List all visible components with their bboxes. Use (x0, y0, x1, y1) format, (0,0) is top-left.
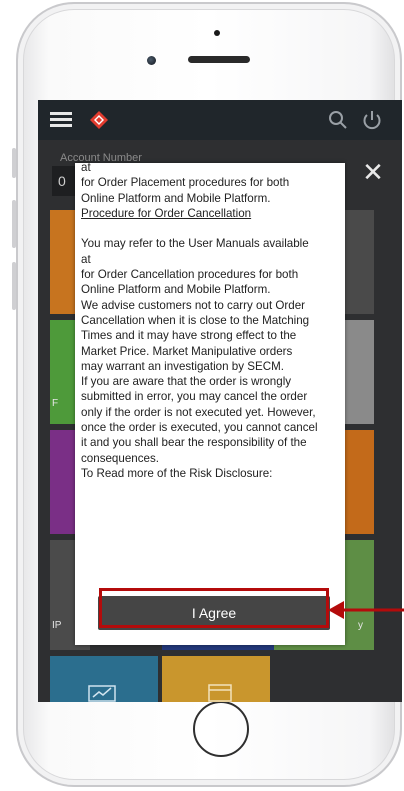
home-button[interactable] (193, 701, 249, 757)
disclosure-line: only if the order is not executed yet. H… (81, 405, 316, 419)
disclosure-line: Market Price. Market Manipulative orders (81, 344, 293, 358)
speaker-grille (188, 56, 250, 63)
power-icon[interactable] (361, 109, 383, 131)
chart-icon (88, 685, 116, 702)
disclosure-line: it and you shall bear the responsibility… (81, 436, 307, 450)
disclosure-line: You may refer to the User Manuals availa… (81, 237, 309, 251)
disclosure-line: Times and it may have strong effect to t… (81, 329, 297, 343)
close-icon[interactable]: ✕ (360, 160, 386, 186)
side-button (12, 262, 16, 310)
disclosure-line: for Order Cancellation procedures for bo… (81, 268, 299, 282)
sensor-dot (214, 30, 220, 36)
disclosure-line: at (81, 252, 91, 266)
tile-label: IP (52, 620, 62, 631)
pointer-arrow-icon (328, 601, 404, 619)
card-tile[interactable] (162, 656, 270, 702)
disclosure-text: at for Order Placement procedures for bo… (81, 163, 341, 481)
card-icon (208, 684, 232, 702)
menu-icon[interactable] (50, 112, 72, 128)
chart-tile[interactable] (50, 656, 158, 702)
disclosure-line: Online Platform and Mobile Platform. (81, 191, 271, 205)
disclosure-line: consequences. (81, 451, 159, 465)
app-header (38, 100, 402, 140)
order-cancellation-disclosure-dialog: at for Order Placement procedures for bo… (75, 163, 345, 645)
tile-label: F (52, 398, 59, 409)
disclosure-line: at (81, 163, 91, 174)
search-icon[interactable] (328, 110, 348, 130)
disclosure-line: for Order Placement procedures for both (81, 176, 290, 190)
disclosure-line: Online Platform and Mobile Platform. (81, 283, 271, 297)
disclosure-line: once the order is executed, you cannot c… (81, 421, 318, 435)
diamond-logo-icon (90, 111, 108, 129)
disclosure-line: submitted in error, you may cancel the o… (81, 390, 308, 404)
camera-icon (147, 56, 156, 65)
highlight-box (99, 588, 329, 628)
side-button (12, 148, 16, 178)
disclosure-line: Cancellation when it is close to the Mat… (81, 313, 310, 327)
disclosure-line: may warrant an investigation by SECM. (81, 359, 284, 373)
disclosure-line: If you are aware that the order is wrong… (81, 375, 292, 389)
disclosure-line: To Read more of the Risk Disclosure: (81, 466, 273, 480)
procedure-for-order-cancellation-link[interactable]: Procedure for Order Cancellation (81, 206, 341, 221)
disclosure-line: We advise customers not to carry out Ord… (81, 298, 306, 312)
side-button (12, 200, 16, 248)
